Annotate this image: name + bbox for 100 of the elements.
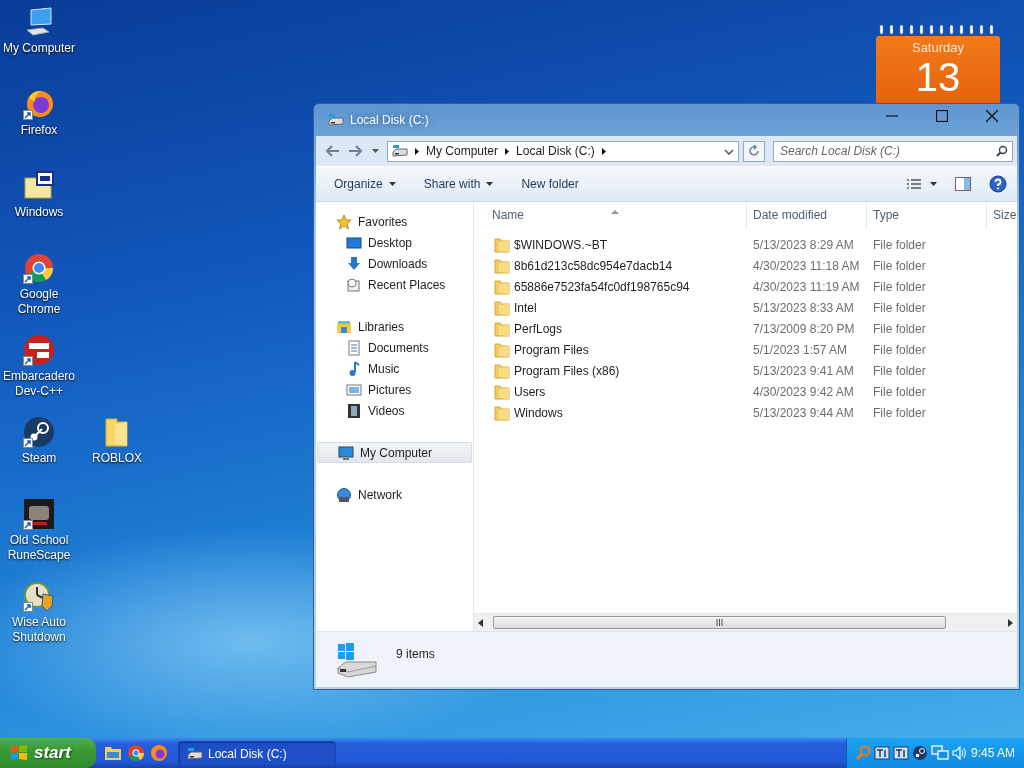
- refresh-button[interactable]: [743, 140, 765, 162]
- file-name[interactable]: PerfLogs: [474, 320, 747, 337]
- toolbar-button[interactable]: New folder: [513, 173, 587, 195]
- breadcrumb-item[interactable]: My Computer: [426, 144, 499, 158]
- desktop-shortcut[interactable]: Windows: [0, 170, 78, 252]
- toolbar-button[interactable]: Share with: [415, 173, 502, 195]
- folder-icon: [494, 320, 510, 337]
- file-name[interactable]: Intel: [474, 299, 747, 316]
- history-dropdown[interactable]: [370, 147, 381, 155]
- quick-launch-button[interactable]: [104, 745, 122, 761]
- table-cell-text: 5/13/2023 9:41 AM: [752, 363, 855, 378]
- picture-icon: [346, 381, 362, 398]
- search-icon: [996, 144, 1008, 157]
- table-cell-text: File folder: [872, 300, 927, 315]
- clock: 9:45 AM: [971, 746, 1016, 760]
- tray-icon[interactable]: [912, 745, 928, 761]
- nav-item[interactable]: Pictures: [316, 379, 473, 400]
- nav-item[interactable]: Documents: [316, 337, 473, 358]
- breadcrumb-item[interactable]: Local Disk (C:): [516, 144, 595, 158]
- file-name[interactable]: Program Files: [474, 341, 747, 358]
- drive-icon: [187, 745, 203, 762]
- column-header[interactable]: Date modified: [747, 202, 867, 229]
- forward-arrow-icon: [348, 144, 364, 158]
- start-button[interactable]: start: [0, 738, 96, 768]
- search-field[interactable]: Search Local Disk (C:): [773, 140, 1013, 162]
- desktop-shortcut[interactable]: My Computer: [0, 6, 78, 88]
- minimize-icon: [886, 115, 898, 117]
- desktop-shortcut[interactable]: ROBLOX: [78, 416, 156, 498]
- back-arrow-icon: [324, 144, 340, 158]
- document-icon: [346, 339, 362, 356]
- desktop-shortcut[interactable]: Wise Auto Shutdown: [0, 580, 78, 662]
- steam-logo-icon: [912, 745, 928, 761]
- chrome-logo-icon: [127, 744, 145, 762]
- toolbar-button[interactable]: Organize: [326, 173, 404, 195]
- table-cell-text: File folder: [872, 321, 927, 336]
- calendar-day: 13: [915, 57, 961, 97]
- folder-icon: [494, 299, 510, 316]
- folder-icon: [494, 362, 510, 379]
- file-name[interactable]: Windows: [474, 404, 747, 421]
- file-name[interactable]: 65886e7523fa54fc0df198765c94: [474, 278, 747, 295]
- folder-icon: [494, 278, 510, 295]
- file-name[interactable]: Program Files (x86): [474, 362, 747, 379]
- monitor-icon: [338, 444, 354, 461]
- nav-item[interactable]: Downloads: [316, 253, 473, 274]
- taskbar-button[interactable]: Local Disk (C:): [178, 741, 336, 766]
- column-header[interactable]: Size: [987, 202, 1017, 229]
- desktop-shortcut[interactable]: Old School RuneScape: [0, 498, 78, 580]
- nav-item[interactable]: Recent Places: [316, 274, 473, 295]
- steam-logo-icon: [23, 416, 55, 448]
- nav-item[interactable]: Libraries: [316, 316, 473, 337]
- tray-icon[interactable]: [893, 745, 909, 761]
- nav-item[interactable]: My Computer: [317, 442, 472, 463]
- tray-icon[interactable]: [874, 745, 890, 761]
- file-name[interactable]: Users: [474, 383, 747, 400]
- table-cell-text: File folder: [872, 363, 927, 378]
- drive-icon: [392, 143, 408, 159]
- folder-icon: [494, 257, 510, 274]
- network-icon: [931, 745, 949, 761]
- file-name[interactable]: $WINDOWS.~BT: [474, 236, 747, 253]
- table-cell-text: 7/13/2009 8:20 PM: [752, 321, 856, 336]
- address-bar[interactable]: My Computer Local Disk (C:): [387, 140, 739, 162]
- table-cell-text: 4/30/2023 11:18 AM: [752, 258, 861, 273]
- download-arrow-icon: [346, 255, 362, 272]
- refresh-icon: [748, 145, 760, 157]
- table-cell-text: File folder: [872, 279, 927, 294]
- nav-item[interactable]: Desktop: [316, 232, 473, 253]
- desktop-shortcut[interactable]: Steam: [0, 416, 78, 498]
- quick-launch-button[interactable]: [150, 744, 168, 762]
- input-method-icon: [893, 745, 909, 761]
- code-app-icon: [23, 334, 55, 366]
- desktop-shortcut[interactable]: Embarcadero Dev-C++: [0, 334, 78, 416]
- table-cell-text: File folder: [872, 384, 927, 399]
- nav-item[interactable]: Music: [316, 358, 473, 379]
- system-drive-icon: [336, 642, 378, 678]
- item-count: 9 items: [396, 647, 435, 661]
- desktop-shortcut[interactable]: Firefox: [0, 88, 78, 170]
- nav-item[interactable]: Favorites: [316, 211, 473, 232]
- folder-icon: [104, 745, 122, 761]
- scroll-right-icon: [1008, 618, 1013, 627]
- nav-item[interactable]: Videos: [316, 400, 473, 421]
- star-icon: [336, 213, 352, 230]
- scroll-thumb[interactable]: [493, 616, 946, 629]
- desktop-shortcut[interactable]: Google Chrome: [0, 252, 78, 334]
- close-icon: [986, 110, 998, 122]
- caret-icon: [372, 149, 379, 153]
- disc-image-icon: [23, 170, 55, 202]
- desktop-icon: [346, 234, 362, 251]
- game-logo-icon: [23, 498, 55, 530]
- horizontal-scrollbar[interactable]: [474, 613, 1017, 631]
- table-cell-text: 5/13/2023 8:33 AM: [752, 300, 855, 315]
- maximize-icon: [936, 110, 948, 122]
- quick-launch-button[interactable]: [127, 744, 145, 762]
- column-header[interactable]: Type: [867, 202, 987, 229]
- calendar-weekday: Saturday: [911, 40, 964, 55]
- file-name[interactable]: 8b61d213c58dc954e7dacb14: [474, 257, 747, 274]
- chevron-right-icon: [415, 147, 419, 155]
- nav-item[interactable]: Network: [316, 484, 473, 505]
- details-view-icon: [906, 178, 922, 190]
- speaker-icon: [952, 745, 968, 761]
- window-title: Local Disk (C:): [350, 113, 429, 127]
